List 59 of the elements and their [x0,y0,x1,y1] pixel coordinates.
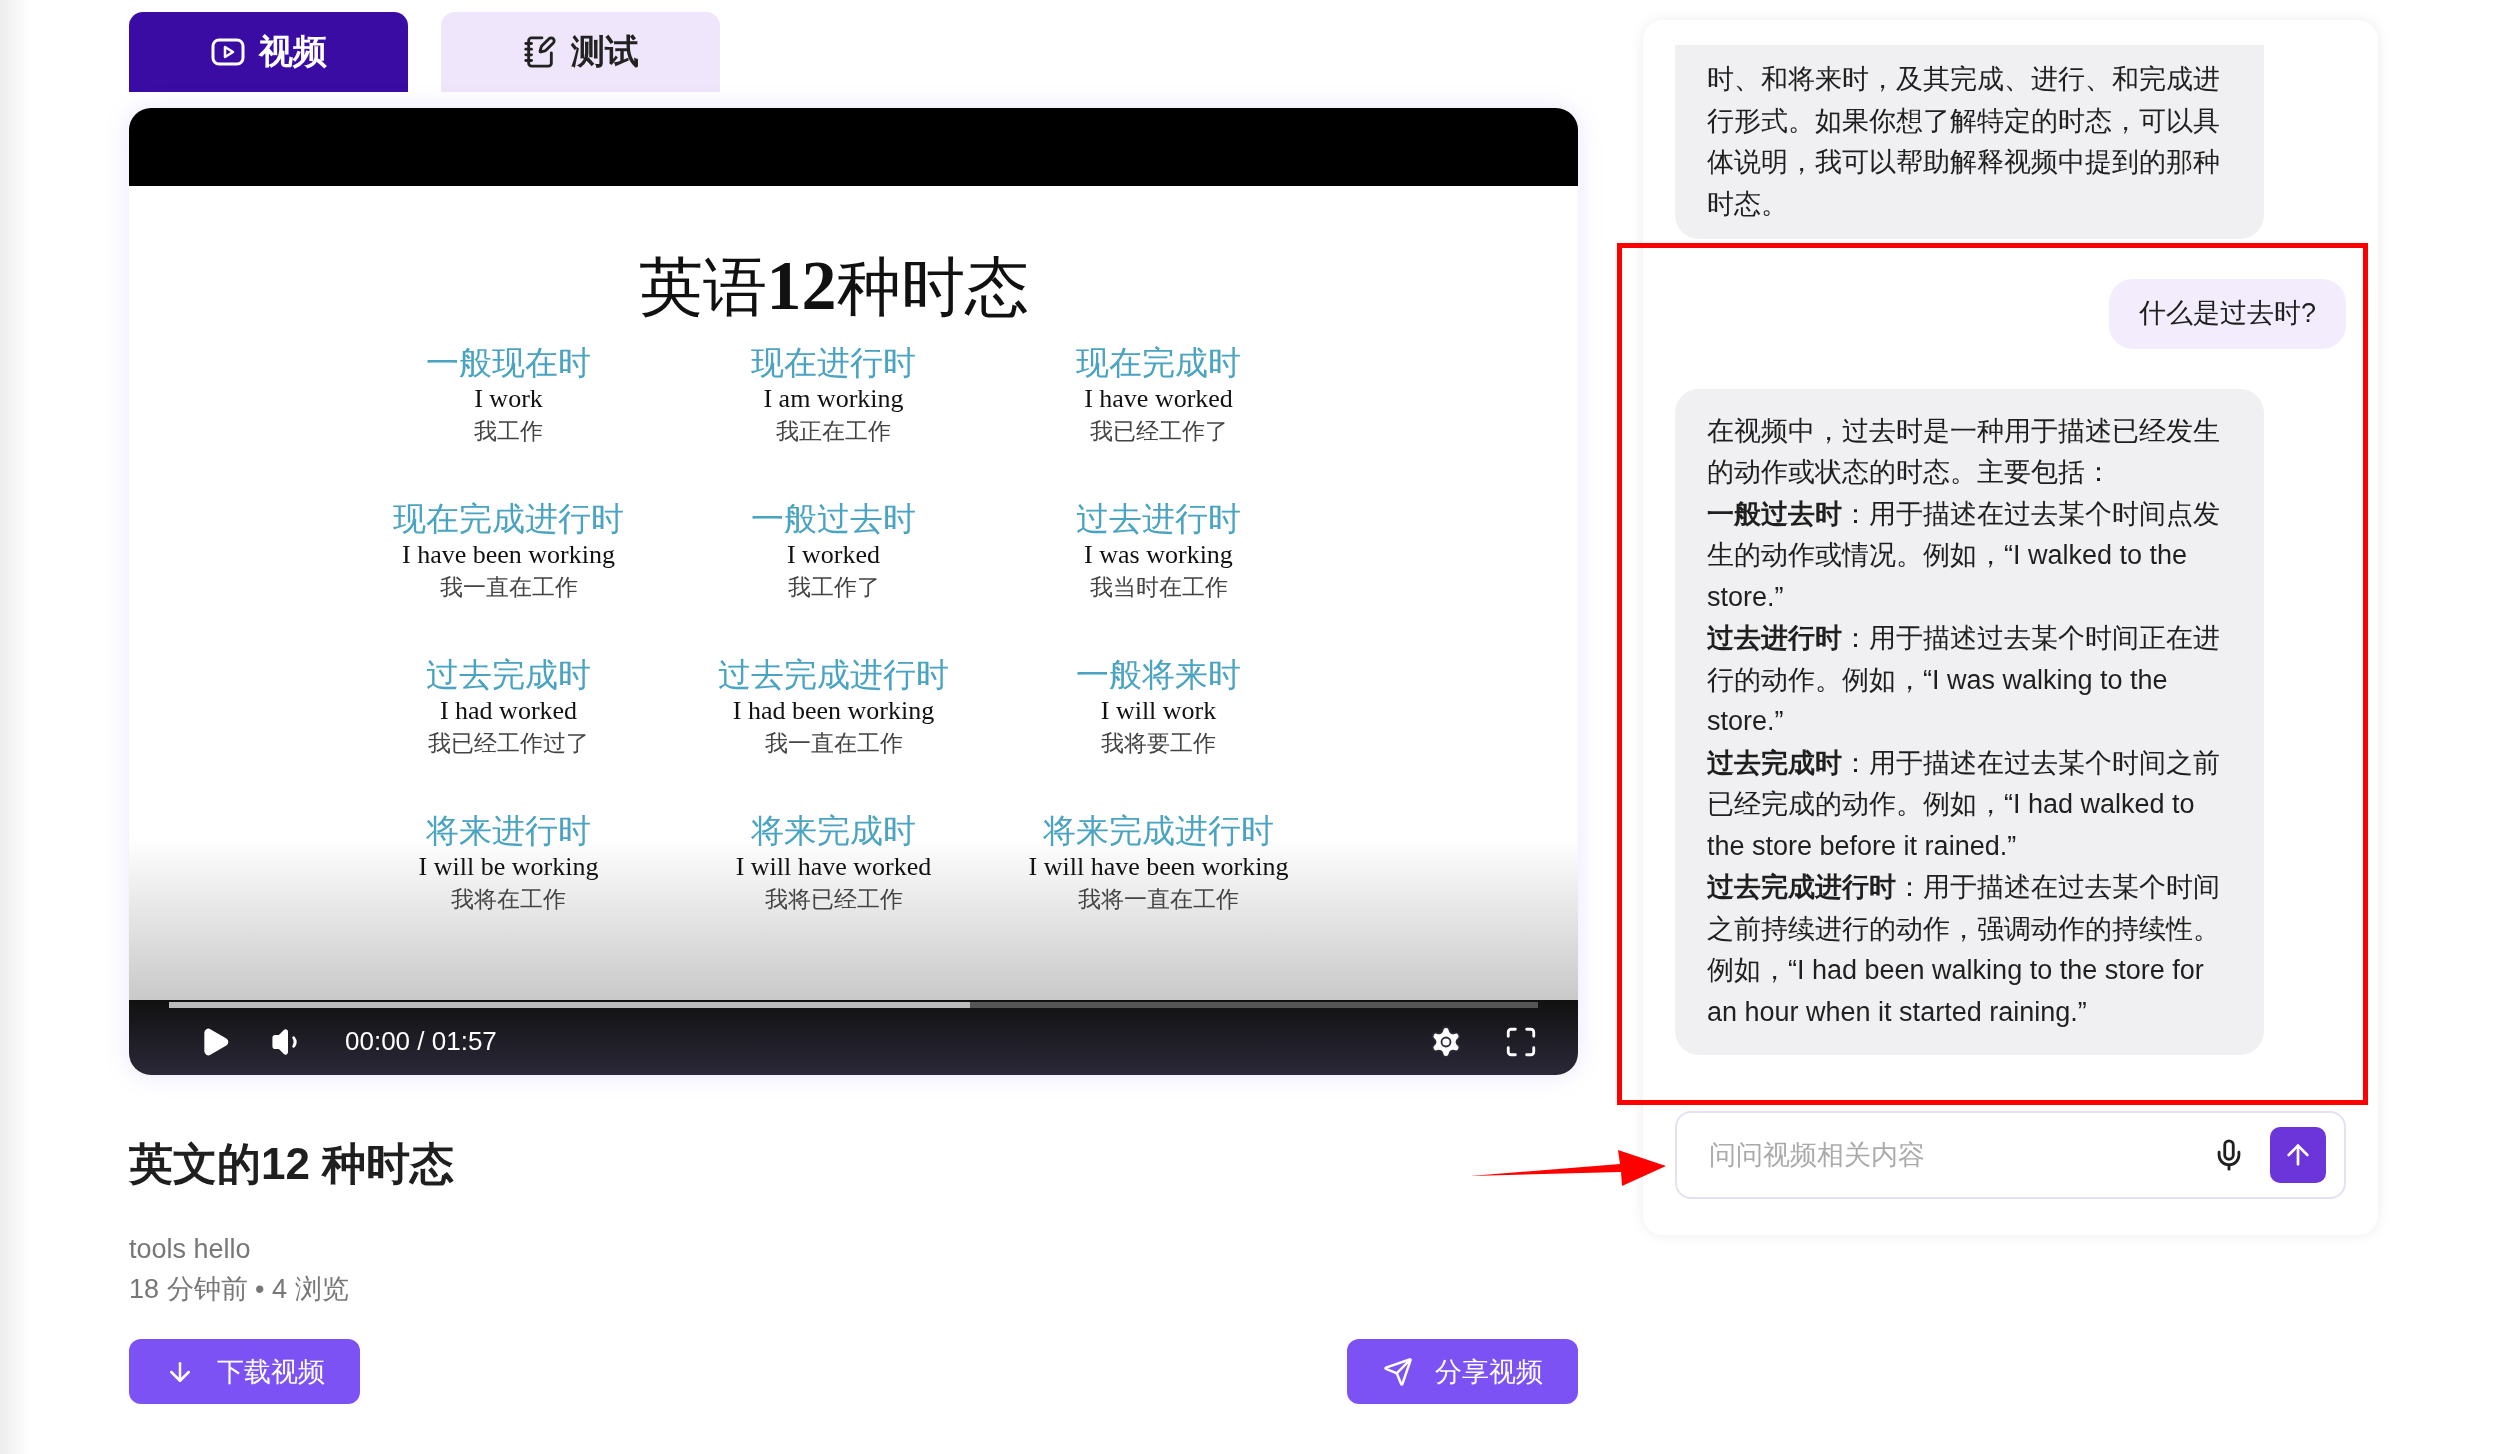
tense-example: I was working [1084,539,1233,571]
message-text: 在视频中，过去时是一种用于描述已经发生的动作或状态的时态。主要包括： [1707,414,2221,489]
tense-example: I will be working [418,851,599,883]
tense-example: I will work [1100,695,1217,727]
tense-translation: 我已经工作过了 [428,729,589,758]
message-text: 过去完成时：用于描述在过去某个时间之前已经完成的动作。例如，“I had walked to the store before it rained.” [1707,746,2221,863]
tense-name: 过去进行时 [1076,499,1241,539]
message-text: 过去进行时：用于描述过去某个时间正在进行的动作。例如，“I was walking to the store.” [1707,622,2221,738]
video-icon [210,37,245,67]
tense-name: 一般现在时 [426,343,591,383]
tense-translation: 我当时在工作 [1089,573,1228,602]
tense-name: 现在进行时 [751,343,916,383]
tab[interactable]: 测试 [441,12,720,92]
tense-example: I worked [786,539,881,571]
tense-translation: 我一直在工作 [439,573,578,602]
tense-name: 现在完成进行时 [393,499,624,539]
tense-example: I have been working [402,539,615,571]
video-meta: 18 分钟前 • 4 浏览 [129,1273,350,1306]
tense-name: 过去完成时 [426,655,591,695]
tense-name: 将来进行时 [426,811,591,851]
tense-example: I will have been working [1028,851,1289,883]
tense-example: I am working [763,383,904,415]
tense-name: 一般将来时 [1076,655,1241,695]
tab[interactable]: 视频 [129,12,408,92]
send-button[interactable] [2270,1127,2326,1183]
tense-translation: 我一直在工作 [764,729,903,758]
author-name: tools hello [129,1234,252,1265]
message-text: 什么是过去时? [2138,297,2316,330]
chat-input[interactable]: 问问视频相关内容 [1675,1111,2346,1199]
message-text: 时、和将来时，及其完成、进行、和完成进行形式。如果你想了解特定的时态，可以具体说明，我可以帮助解释视频中提到的那种时态。 [1707,63,2221,221]
tense-translation: 我将已经工作 [764,885,903,914]
progress-track[interactable] [169,1002,1538,1008]
notebook-pen-icon [522,35,557,69]
tense-translation: 我将要工作 [1101,729,1216,758]
tense-example: I had been working [732,695,935,727]
tense-translation: 我将一直在工作 [1078,885,1239,914]
tense-example: I had worked [439,695,578,727]
tense-name: 一般过去时 [751,499,916,539]
tense-name: 将来完成进行时 [1043,811,1274,851]
tense-example: I will have worked [735,851,932,883]
video-title: 英文的12 种时态 [129,1138,455,1190]
slide-title: 英语12种时态 [638,246,1029,326]
tense-name: 过去完成进行时 [718,655,949,695]
tense-example: I work [474,383,543,415]
tense-translation: 我将在工作 [451,885,566,914]
tense-translation: 我正在工作 [776,417,891,446]
tense-name: 现在完成时 [1076,343,1241,383]
send-icon [1382,1356,1413,1387]
tense-example: I have worked [1084,383,1233,415]
chat-text-input[interactable]: 问问视频相关内容 [1707,1138,2188,1172]
tense-translation: 我工作了 [787,573,880,602]
message-text: 一般过去时：用于描述在过去某个时间点发生的动作或情况。例如，“I walked to the store.” [1707,497,2221,614]
download-button[interactable]: 下载视频 [129,1339,360,1404]
tense-name: 将来完成时 [751,811,916,851]
message-text: 过去完成进行时：用于描述在过去某个时间之前持续进行的动作，强调动作的持续性。例如，“I had been walking to the store for an hour when it started raining.” [1707,871,2221,1029]
tense-translation: 我工作 [474,417,543,446]
share-button[interactable]: 分享视频 [1347,1339,1578,1404]
time-display: 00:00 / 01:57 [345,1026,497,1057]
tense-translation: 我已经工作了 [1089,417,1228,446]
